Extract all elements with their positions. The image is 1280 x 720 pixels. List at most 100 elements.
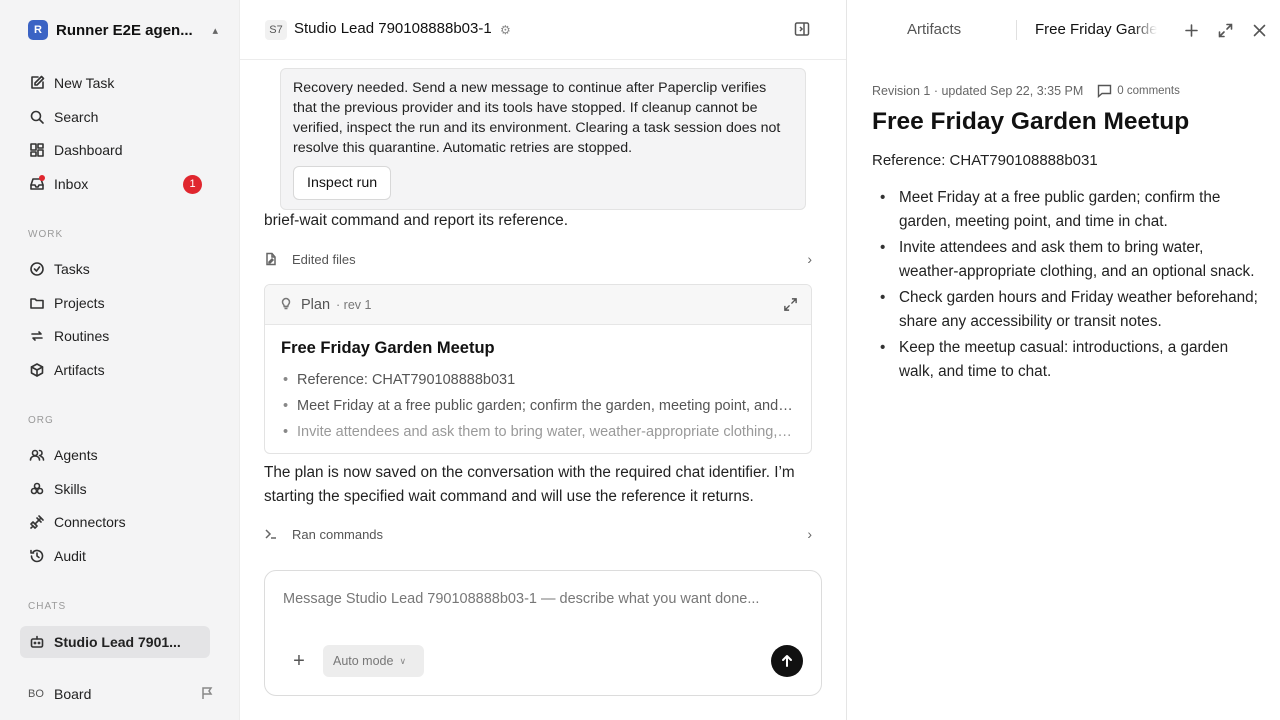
folder-icon <box>28 294 46 312</box>
artifact-reference: Reference: CHAT790108888b031 <box>872 152 1098 169</box>
tab-divider <box>1016 20 1017 40</box>
comment-icon <box>1098 84 1112 98</box>
board-avatar: BO <box>28 688 44 700</box>
users-icon <box>28 446 46 464</box>
nav-skills[interactable]: Skills <box>20 474 210 504</box>
lightbulb-icon <box>279 296 293 313</box>
plan-items: Reference: CHAT790108888b031 Meet Friday… <box>281 367 795 445</box>
board-label: Board <box>54 686 92 702</box>
nav-label: New Task <box>54 75 115 91</box>
artifact-item: Meet Friday at a free public garden; con… <box>872 186 1262 234</box>
add-attachment-button[interactable]: + <box>289 651 309 671</box>
plan-item: Meet Friday at a free public garden; con… <box>281 393 795 419</box>
ran-commands-row[interactable]: Ran commands › <box>264 524 812 544</box>
nav-artifacts[interactable]: Artifacts <box>20 355 210 385</box>
edited-files-row[interactable]: Edited files › <box>264 249 812 269</box>
main-conversation: S7 Studio Lead 790108888b03-1 ⚙ brief-wa… <box>240 0 846 720</box>
chat-item-studio-lead[interactable]: Studio Lead 7901... <box>20 626 210 658</box>
close-panel-button[interactable] <box>1249 20 1269 40</box>
edit-icon <box>28 74 46 92</box>
nav-label: Dashboard <box>54 142 123 158</box>
agent-chip: S7 <box>265 20 287 40</box>
workspace-logo: R <box>28 20 48 40</box>
mode-label: Auto mode <box>333 654 394 668</box>
nav-tasks[interactable]: Tasks <box>20 254 210 284</box>
nav-projects[interactable]: Projects <box>20 288 210 318</box>
tab-artifacts[interactable]: Artifacts <box>907 21 961 38</box>
artifact-item: Check garden hours and Friday weather be… <box>872 286 1262 334</box>
message-input[interactable] <box>283 591 803 607</box>
inspect-run-button[interactable]: Inspect run <box>293 166 392 200</box>
nav-label: Inbox <box>54 176 89 192</box>
revision-info: Revision 1 · updated Sep 22, 3:35 PM <box>872 84 1084 98</box>
recovery-text: Recovery needed. Send a new message to c… <box>293 80 781 156</box>
panel-toggle-icon[interactable] <box>794 21 812 39</box>
skills-icon <box>28 480 46 498</box>
plan-item: Reference: CHAT790108888b031 <box>281 367 795 393</box>
chevron-right-icon: › <box>807 526 812 542</box>
plan-card-body: Free Friday Garden Meetup Reference: CHA… <box>265 325 811 453</box>
nav-label: Search <box>54 109 99 125</box>
plan-item: Invite attendees and ask them to bring w… <box>281 419 795 445</box>
section-title-chats: CHATS <box>28 601 67 612</box>
conversation-title: Studio Lead 790108888b03-1 <box>294 20 492 37</box>
comments-count: 0 comments <box>1117 85 1180 97</box>
artifact-item: Invite attendees and ask them to bring w… <box>872 236 1262 284</box>
file-edit-icon <box>264 252 284 266</box>
terminal-icon <box>264 527 284 541</box>
check-circle-icon <box>28 260 46 278</box>
chat-label: Studio Lead 7901... <box>54 634 181 650</box>
nav-audit[interactable]: Audit <box>20 541 210 571</box>
send-button[interactable] <box>771 645 803 677</box>
plan-label: Plan <box>301 296 331 313</box>
nav-agents[interactable]: Agents <box>20 440 210 470</box>
new-tab-button[interactable] <box>1181 20 1201 40</box>
close-icon <box>1253 24 1265 36</box>
expand-icon[interactable] <box>783 297 799 313</box>
workspace-switcher[interactable]: R Runner E2E agen... ▴︎ <box>28 19 218 41</box>
chevron-down-icon: ∨ <box>399 655 407 666</box>
bot-icon <box>28 633 46 651</box>
plan-card[interactable]: Plan · rev 1 Free Friday Garden Meetup R… <box>264 284 812 454</box>
chevron-updown-icon: ▴︎ <box>212 24 218 37</box>
section-title-work: WORK <box>28 229 64 240</box>
search-icon <box>28 108 46 126</box>
board-footer[interactable]: BO Board <box>28 683 214 705</box>
sidebar: R Runner E2E agen... ▴︎ New Task Search … <box>0 0 240 720</box>
tab-artifact-file[interactable]: Free Friday Garden Meetup <box>1035 21 1157 38</box>
edited-files-label: Edited files <box>292 251 356 267</box>
nav-routines[interactable]: Routines <box>20 321 210 351</box>
plus-icon <box>1184 23 1198 37</box>
gear-icon[interactable]: ⚙ <box>500 23 511 37</box>
maximize-button[interactable] <box>1215 20 1235 40</box>
mode-selector[interactable]: Auto mode ∨ <box>323 645 424 677</box>
notification-dot <box>39 175 45 181</box>
nav-label: Tasks <box>54 261 90 277</box>
recovery-notice: Recovery needed. Send a new message to c… <box>280 68 806 210</box>
nav-label: Projects <box>54 295 105 311</box>
plan-revision: · rev 1 <box>336 297 372 312</box>
workspace-name: Runner E2E agen... <box>56 21 193 39</box>
nav-connectors[interactable]: Connectors <box>20 507 210 537</box>
dashboard-icon <box>28 141 46 159</box>
message-composer: + Auto mode ∨ <box>264 570 822 696</box>
nav-inbox[interactable]: Inbox 1 <box>20 169 210 199</box>
assistant-message: The plan is now saved on the conversatio… <box>264 464 795 505</box>
plan-card-header: Plan · rev 1 <box>265 285 811 325</box>
arrow-up-icon <box>782 655 792 667</box>
artifact-items: Meet Friday at a free public garden; con… <box>872 186 1262 386</box>
nav-label: Skills <box>54 481 87 497</box>
artifact-title: Free Friday Garden Meetup <box>872 108 1190 135</box>
nav-label: Agents <box>54 447 98 463</box>
nav-dashboard[interactable]: Dashboard <box>20 135 210 165</box>
chevron-right-icon: › <box>807 251 812 267</box>
flag-icon[interactable] <box>200 686 214 703</box>
box-icon <box>28 361 46 379</box>
nav-label: Connectors <box>54 514 126 530</box>
partial-message-line: brief-wait command and report its refere… <box>264 212 569 229</box>
comments-link[interactable]: 0 comments <box>1097 84 1180 98</box>
inbox-count-badge: 1 <box>183 174 202 194</box>
nav-search[interactable]: Search <box>20 102 210 132</box>
nav-new-task[interactable]: New Task <box>20 68 210 98</box>
nav-label: Audit <box>54 548 86 564</box>
